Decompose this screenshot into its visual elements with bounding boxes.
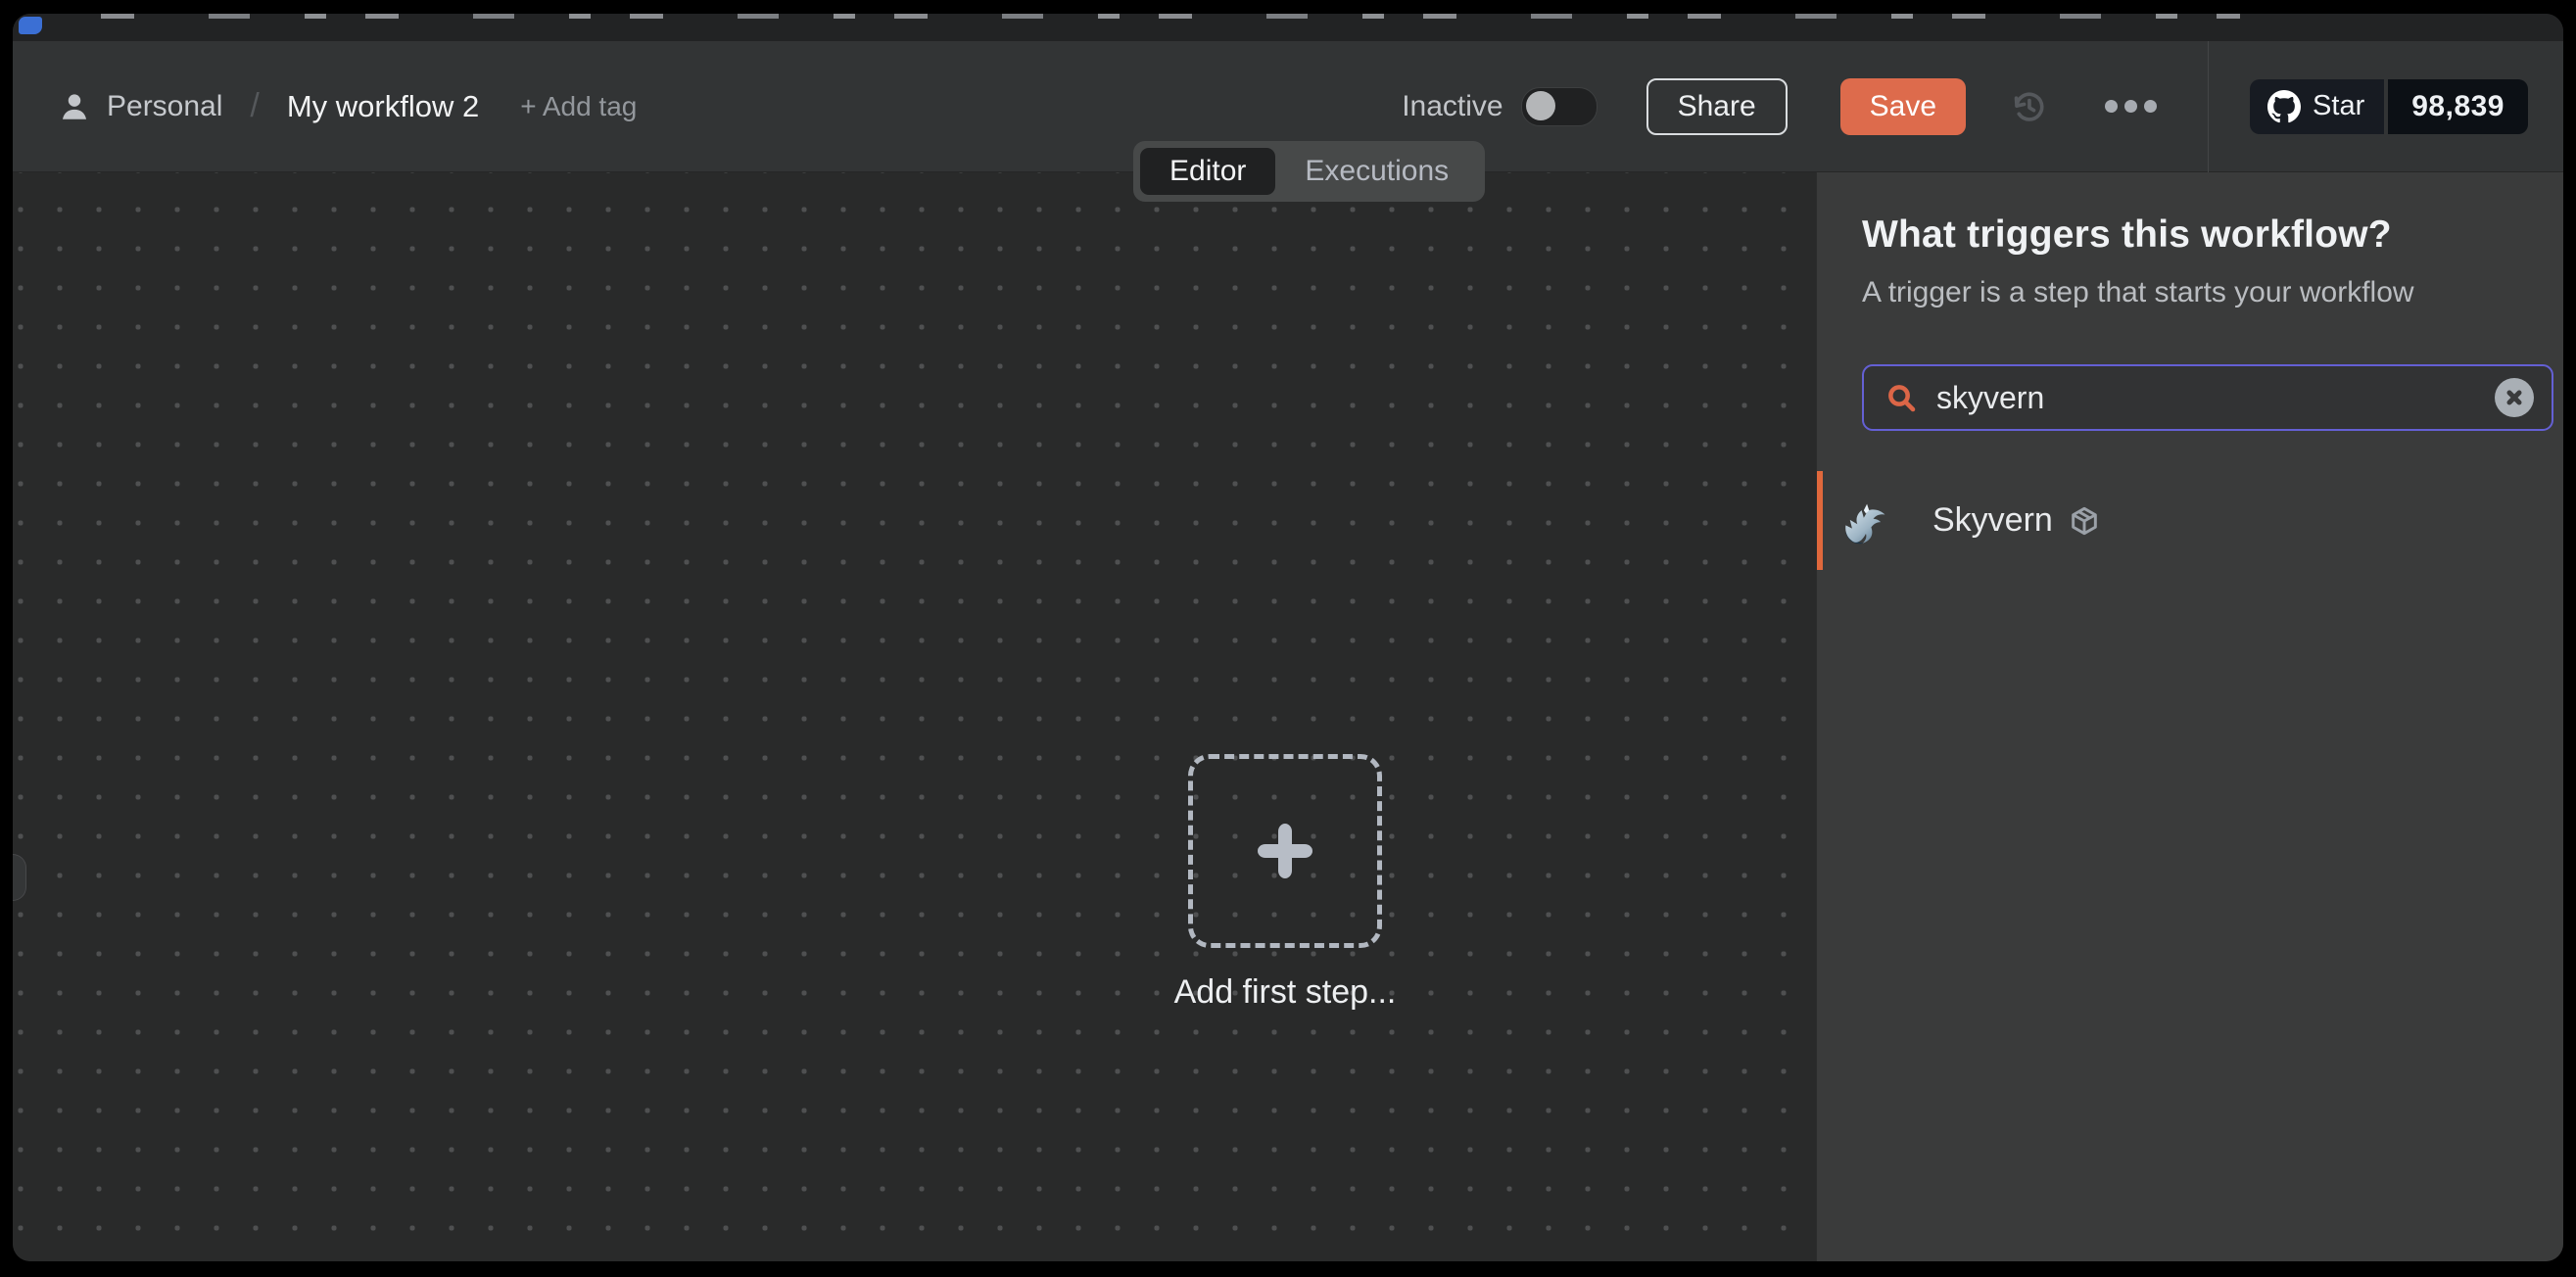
node-search-box [1862, 364, 2553, 431]
clear-icon [2504, 388, 2524, 407]
more-options-button[interactable] [2101, 90, 2161, 122]
add-tag-button[interactable]: + Add tag [520, 91, 637, 122]
workflow-name[interactable]: My workflow 2 [287, 89, 479, 124]
search-result-skyvern[interactable]: Skyvern [1817, 471, 2563, 570]
workflow-status-label: Inactive [1402, 90, 1503, 123]
breadcrumb-separator: / [250, 87, 259, 125]
search-icon [1885, 382, 1917, 413]
save-button[interactable]: Save [1840, 78, 1966, 135]
breadcrumb-project[interactable]: Personal [107, 90, 222, 123]
workflow-canvas[interactable]: Add first step... [13, 172, 1816, 1261]
toggle-knob [1526, 91, 1555, 120]
person-icon [58, 90, 91, 123]
github-star-count[interactable]: 98,839 [2388, 79, 2528, 134]
node-search-input[interactable] [1934, 379, 2495, 417]
browser-tab-blue-fragment [19, 17, 42, 34]
github-octocat-icon [2267, 90, 2301, 123]
add-first-step-label: Add first step... [1174, 973, 1397, 1012]
tab-executions[interactable]: Executions [1275, 148, 1478, 195]
ellipsis-icon [2144, 100, 2157, 113]
package-icon [2069, 505, 2100, 537]
panel-title: What triggers this workflow? [1862, 213, 2518, 257]
add-first-step: Add first step... [1125, 754, 1445, 1012]
ellipsis-icon [2124, 100, 2137, 113]
clear-search-button[interactable] [2495, 378, 2534, 417]
breadcrumb: Personal / My workflow 2 + Add tag [58, 87, 637, 125]
github-star-label: Star [2313, 90, 2364, 122]
active-toggle[interactable] [1521, 87, 1598, 126]
github-star-button[interactable]: Star [2250, 79, 2384, 134]
history-icon [2007, 85, 2050, 128]
history-button[interactable] [2005, 83, 2052, 130]
sidebar-expand-handle[interactable] [13, 854, 26, 901]
header-divider [2208, 41, 2209, 172]
selected-result-accent [1817, 471, 1823, 570]
add-first-step-button[interactable] [1188, 754, 1382, 948]
panel-subtitle: A trigger is a step that starts your wor… [1862, 276, 2518, 309]
view-tabs: Editor Executions [1133, 141, 1485, 202]
skyvern-dragon-logo [1840, 496, 1891, 546]
ellipsis-icon [2105, 100, 2118, 113]
browser-tab-strip [13, 14, 2563, 41]
app-window: Personal / My workflow 2 + Add tag Inact… [13, 14, 2563, 1261]
tab-editor[interactable]: Editor [1140, 148, 1275, 195]
plus-icon [1254, 820, 1316, 882]
share-button[interactable]: Share [1646, 78, 1788, 135]
trigger-panel: What triggers this workflow? A trigger i… [1816, 172, 2563, 1261]
header-actions: Inactive Share Save [1402, 41, 2528, 171]
browser-tabs-fragment [101, 14, 2240, 19]
result-name: Skyvern [1932, 501, 2053, 540]
github-star-widget[interactable]: Star 98,839 [2250, 79, 2528, 134]
